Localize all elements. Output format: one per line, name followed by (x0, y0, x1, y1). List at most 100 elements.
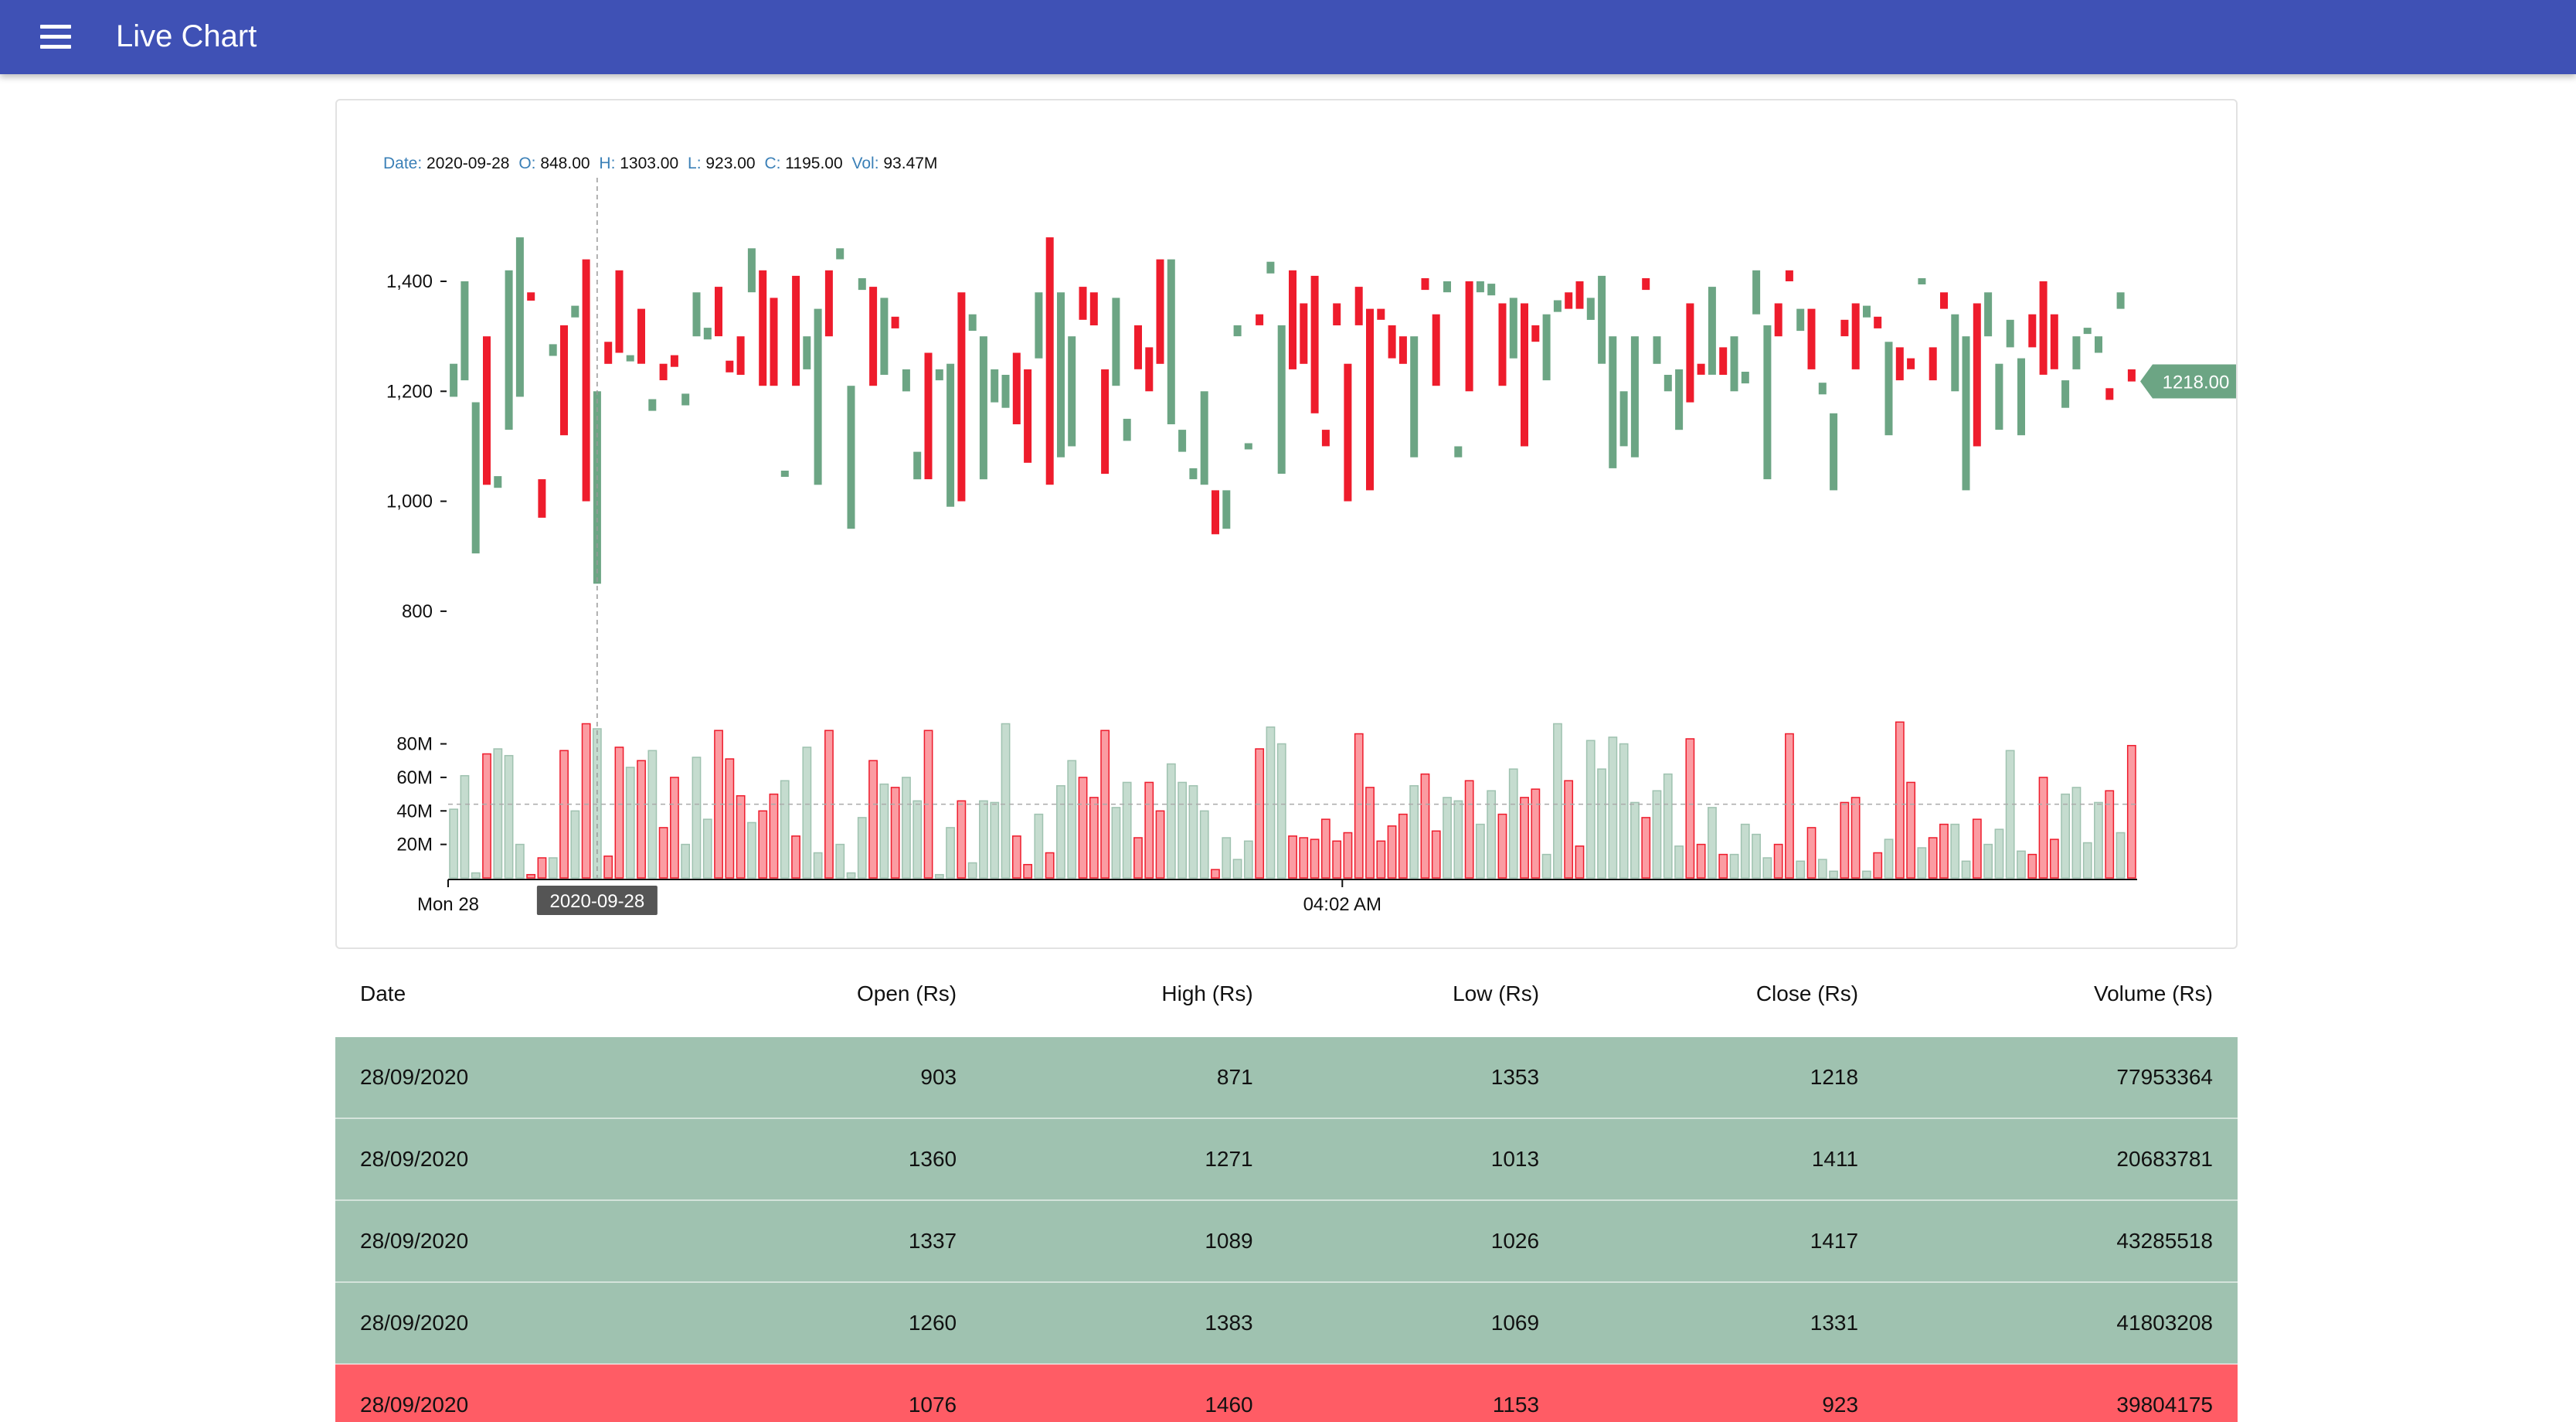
volume-bar (967, 862, 977, 879)
volume-bar (493, 748, 503, 879)
ohlc-bar (582, 259, 590, 502)
ohlc-bar (1432, 314, 1440, 386)
ohlc-bar (1222, 490, 1231, 529)
ohlc-bar (626, 355, 634, 362)
volume-tick-label: 20M (396, 835, 433, 856)
ohlc-bar (1310, 275, 1319, 413)
volume-bar (658, 827, 668, 879)
ohlc-bar (1277, 325, 1286, 474)
ohlc-bar (2127, 369, 2136, 382)
chart-card[interactable]: 800 1,000 1,200 1,400 20M 40M 60M 80M Mon 28 04:0… (335, 99, 2238, 949)
price-tick-label: 1,400 (386, 271, 433, 292)
volume-bar (2049, 839, 2059, 879)
volume-bar (1122, 781, 1132, 879)
volume-bar (802, 747, 812, 879)
volume-bar (1376, 840, 1386, 879)
volume-bar (702, 818, 712, 879)
volume-bar (1950, 823, 1960, 879)
volume-bar (890, 787, 900, 879)
cell-date: 28/09/2020 (335, 1118, 668, 1201)
volume-bar (1387, 825, 1397, 879)
ohlc-bar (1664, 375, 1672, 392)
cell-date: 28/09/2020 (335, 1364, 668, 1422)
header-close[interactable]: Close (Rs) (1564, 951, 1884, 1037)
volume-bar (1310, 839, 1320, 879)
ohlc-bar (858, 278, 866, 291)
ohlc-bar (991, 369, 999, 403)
ohlc-bar (1001, 375, 1010, 408)
menu-icon[interactable] (39, 23, 73, 51)
table-row[interactable]: 28/09/2020 903 871 1353 1218 77953364 (335, 1037, 2238, 1119)
price-tick-label: 1,000 (386, 492, 433, 512)
volume-bar (1541, 853, 1551, 879)
table-row[interactable]: 28/09/2020 1260 1383 1069 1331 41803208 (335, 1282, 2238, 1365)
ohlc-bar (1101, 369, 1110, 475)
ohlc-bar (1354, 287, 1363, 325)
ohlc-bar (1300, 303, 1308, 364)
readout-date: 2020-09-28 (427, 155, 510, 172)
volume-bar (769, 793, 779, 879)
ohlc-bar (471, 402, 480, 554)
header-date[interactable]: Date (335, 951, 668, 1037)
ohlc-bar (1244, 443, 1252, 450)
ohlc-bar (1200, 391, 1208, 485)
ohlc-bar (814, 308, 822, 485)
volume-bar (1806, 827, 1816, 879)
x-tick-label: Mon 28 (417, 894, 479, 915)
ohlc-bar (836, 248, 845, 260)
table-row[interactable]: 28/09/2020 1360 1271 1013 1411 20683781 (335, 1118, 2238, 1201)
table-row[interactable]: 28/09/2020 1337 1089 1026 1417 43285518 (335, 1200, 2238, 1283)
ohlc-bar (968, 314, 977, 331)
ohlc-bar (483, 336, 491, 485)
volume-bar (1276, 743, 1286, 879)
volume-bar (736, 794, 746, 879)
ohlc-bar (2095, 336, 2102, 353)
volume-bar (1873, 852, 1883, 879)
volume-bar (1023, 863, 1033, 879)
volume-bar (482, 753, 491, 879)
volume-bar (1211, 869, 1220, 879)
volume-bar (1332, 840, 1342, 879)
cell-high: 1383 (981, 1282, 1278, 1365)
ohlc-chart[interactable]: 800 1,000 1,200 1,400 20M 40M 60M 80M Mon 28 04:0… (337, 100, 2236, 947)
ohlc-bar (2083, 328, 2092, 335)
readout-date-label: Date: (383, 155, 423, 172)
volume-bar (1178, 781, 1188, 879)
volume-bar (548, 857, 558, 879)
volume-tick-label: 60M (396, 767, 433, 788)
ohlc-bar (1565, 292, 1573, 309)
ohlc-bar (891, 316, 899, 328)
volume-bar (1917, 847, 1927, 879)
ohlc-bar (1045, 237, 1054, 485)
cell-open: 1360 (667, 1118, 982, 1201)
volume-bar (990, 801, 1000, 879)
volume-bar (1585, 740, 1596, 879)
cell-date: 28/09/2020 (335, 1282, 668, 1365)
ohlc-bar (902, 369, 910, 392)
cell-date: 28/09/2020 (335, 1200, 668, 1283)
cell-volume: 77953364 (1883, 1037, 2238, 1119)
ohlc-bar (924, 352, 933, 480)
volume-bar (791, 835, 800, 879)
ohlc-bar (2105, 388, 2114, 400)
header-high[interactable]: High (Rs) (981, 951, 1278, 1037)
cell-low: 1013 (1277, 1118, 1565, 1201)
crosshair-date-label: 2020-09-28 (549, 891, 644, 912)
header-low[interactable]: Low (Rs) (1277, 951, 1565, 1037)
ohlc-bar (824, 270, 833, 337)
volume-bar (1983, 843, 1993, 879)
volume-bar (1497, 813, 1507, 879)
cell-open: 903 (667, 1037, 982, 1119)
volume-bar (614, 747, 624, 879)
volume-bar (1619, 743, 1629, 879)
table-row[interactable]: 28/09/2020 1076 1460 1153 923 39804175 (335, 1364, 2238, 1422)
header-open[interactable]: Open (Rs) (667, 951, 982, 1037)
ohlc-bar (1940, 292, 1948, 309)
readout-high: 1303.00 (620, 155, 679, 172)
ohlc-bar (1035, 292, 1043, 359)
header-volume[interactable]: Volume (Rs) (1883, 951, 2238, 1037)
volume-bar (1663, 773, 1673, 879)
volume-bar (2061, 793, 2071, 879)
ohlc-bar (1476, 281, 1484, 293)
volume-bar (1520, 797, 1529, 879)
